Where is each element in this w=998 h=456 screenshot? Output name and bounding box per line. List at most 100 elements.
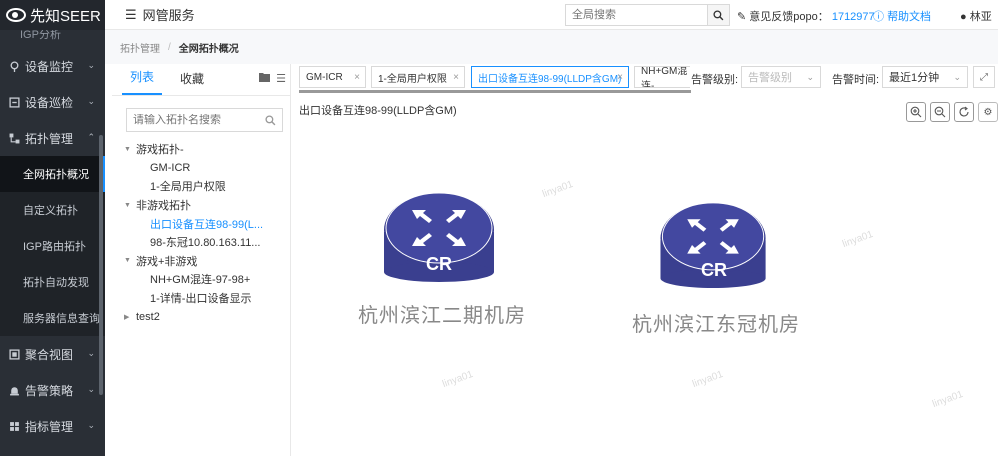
zoom-in-icon: [910, 106, 922, 118]
sidebar-item-label: 指标管理: [25, 419, 74, 434]
sidebar-item-aggregate-view[interactable]: 聚合视图 ⌄: [0, 336, 105, 372]
sidebar-subitem-custom-topology[interactable]: 自定义拓扑: [0, 192, 105, 228]
metrics-icon: [8, 420, 20, 432]
breadcrumb: 拓扑管理 / 全网拓扑概况: [105, 30, 998, 64]
tree-label: test2: [136, 310, 160, 323]
inspection-icon: [8, 96, 20, 108]
header-menu[interactable]: ☰ 网管服务: [125, 5, 195, 24]
topology-tab[interactable]: GM-ICR ×: [299, 66, 366, 88]
topology-tab-active[interactable]: 出口设备互连98-99(LLDP含GM) ×: [471, 66, 629, 88]
watermark: linya01: [441, 368, 475, 391]
caret-right-icon: ▶: [124, 313, 130, 321]
tab-label: GM-ICR: [306, 71, 343, 83]
user-name: 林亚: [969, 11, 992, 23]
sidebar: 先知SEER IGP分析 设备监控 ⌄ 设备巡检 ⌄ 拓扑管理 ⌃ 全网拓扑概况…: [0, 0, 105, 456]
alarm-level-select[interactable]: 告警级别 ⌄: [741, 66, 821, 88]
tabs-scrollbar[interactable]: [299, 90, 691, 93]
refresh-icon: [959, 106, 969, 117]
global-search-input[interactable]: [566, 5, 707, 25]
chevron-down-icon: ⌄: [87, 348, 95, 358]
tree-group-test2[interactable]: ▶ test2: [112, 307, 290, 326]
app-logo[interactable]: 先知SEER: [0, 0, 105, 30]
feedback-link[interactable]: ✎ 意见反馈popo： 1712977: [737, 8, 875, 24]
tree-item[interactable]: 1-详情-出口设备显示: [112, 289, 290, 308]
topology-main: GM-ICR × 1-全局用户权限 × 出口设备互连98-99(LLDP含GM)…: [292, 64, 998, 456]
tree-item[interactable]: NH+GM混连-97-98+: [112, 270, 290, 289]
topology-node[interactable]: CR 杭州滨江二期机房: [358, 192, 525, 327]
list-tools: ☰: [259, 72, 286, 85]
top-header: ☰ 网管服务 ✎ 意见反馈popo： 1712977 ⓘ 帮助文档 ● 林亚: [105, 0, 998, 30]
topology-toolbar: GM-ICR × 1-全局用户权限 × 出口设备互连98-99(LLDP含GM)…: [292, 64, 998, 94]
sidebar-item-topology-management[interactable]: 拓扑管理 ⌃: [0, 120, 105, 156]
breadcrumb-parent[interactable]: 拓扑管理: [120, 40, 160, 55]
node-name: 杭州滨江二期机房: [358, 305, 526, 327]
close-icon[interactable]: ×: [354, 72, 360, 83]
alarm-time-value: 最近1分钟: [889, 72, 940, 84]
topology-search-input[interactable]: [133, 114, 265, 126]
settings-button[interactable]: ⚙: [978, 102, 998, 122]
user-menu[interactable]: ● 林亚: [960, 8, 992, 24]
global-search: [565, 4, 730, 26]
logo-text: 先知SEER: [30, 7, 101, 25]
zoom-out-button[interactable]: [930, 102, 950, 122]
sidebar-subitem-topology-auto-discovery[interactable]: 拓扑自动发现: [0, 264, 105, 300]
fullscreen-button[interactable]: ⤢: [973, 66, 995, 88]
list-tabs: 列表 收藏 ☰: [112, 64, 290, 96]
sidebar-scrollbar[interactable]: [99, 135, 103, 395]
alarm-time-select[interactable]: 最近1分钟 ⌄: [882, 66, 968, 88]
sidebar-subitem-network-topology-overview[interactable]: 全网拓扑概况: [0, 156, 105, 192]
chevron-down-icon: ⌄: [953, 71, 961, 82]
sidebar-item-device-inspection[interactable]: 设备巡检 ⌄: [0, 84, 105, 120]
topology-tab[interactable]: NH+GM混连-: [634, 66, 690, 88]
feedback-label: 意见反馈popo：: [749, 11, 829, 23]
list-settings-icon[interactable]: ☰: [276, 72, 286, 85]
node-type-label: CR: [426, 254, 452, 274]
topology-node[interactable]: CR 杭州滨江东冠机房: [632, 202, 799, 336]
refresh-button[interactable]: [954, 102, 974, 122]
edit-icon: ✎: [737, 11, 747, 23]
search-icon[interactable]: [265, 114, 276, 126]
tree-group-non-game-topology[interactable]: ▼ 非游戏拓扑: [112, 196, 290, 215]
node-type-label: CR: [701, 260, 727, 280]
sidebar-subitem-server-info-query[interactable]: 服务器信息查询: [0, 300, 105, 336]
topology-tab[interactable]: 1-全局用户权限 ×: [371, 66, 465, 88]
search-icon: [713, 9, 724, 20]
caret-down-icon: ▼: [124, 201, 131, 209]
search-button[interactable]: [707, 5, 729, 25]
close-icon[interactable]: ×: [453, 72, 459, 83]
folder-add-icon[interactable]: [259, 72, 271, 85]
tree-item[interactable]: 98-东冠10.80.163.11...: [112, 233, 290, 252]
zoom-in-button[interactable]: [906, 102, 926, 122]
topology-search: [126, 108, 283, 132]
sidebar-item-metrics-management[interactable]: 指标管理 ⌄: [0, 408, 105, 444]
caret-down-icon: ▼: [124, 257, 131, 265]
close-icon[interactable]: ×: [617, 72, 623, 83]
watermark: linya01: [541, 178, 575, 201]
sidebar-item-alarm-policy[interactable]: 告警策略 ⌄: [0, 372, 105, 408]
location-icon: [8, 60, 20, 72]
tree-label: 游戏拓扑-: [136, 144, 184, 157]
header-menu-label: 网管服务: [142, 8, 195, 23]
tab-favorites[interactable]: 收藏: [172, 70, 212, 95]
sidebar-item-label: 聚合视图: [25, 347, 74, 362]
chevron-down-icon: ⌄: [87, 420, 95, 430]
tree-item-selected[interactable]: 出口设备互连98-99(L...: [112, 214, 290, 233]
tab-list[interactable]: 列表: [122, 68, 163, 95]
tab-label: 1-全局用户权限: [378, 73, 447, 85]
tab-label: NH+GM混连-: [641, 66, 688, 88]
breadcrumb-separator: /: [168, 41, 171, 53]
watermark: linya01: [931, 388, 965, 411]
tree-group-game-topology[interactable]: ▼ 游戏拓扑-: [112, 140, 290, 159]
alarm-time-label: 告警时间:: [832, 74, 880, 86]
chevron-down-icon: ⌄: [806, 71, 814, 82]
tree-item[interactable]: 1-全局用户权限: [112, 177, 290, 196]
sidebar-item-label: 设备监控: [25, 59, 74, 74]
sidebar-item-device-monitor[interactable]: 设备监控 ⌄: [0, 48, 105, 84]
help-link[interactable]: ⓘ 帮助文档: [873, 8, 931, 24]
tree-group-game-plus-non-game[interactable]: ▼ 游戏+非游戏: [112, 252, 290, 271]
topology-tree: ▼ 游戏拓扑- GM-ICR 1-全局用户权限 ▼ 非游戏拓扑 出口设备互连98-9…: [112, 140, 290, 326]
tree-item[interactable]: GM-ICR: [112, 159, 290, 178]
sidebar-subitem-igp-route-topology[interactable]: IGP路由拓扑: [0, 228, 105, 264]
watermark: linya01: [841, 228, 875, 251]
sidebar-item-igp-analysis[interactable]: IGP分析: [0, 30, 105, 48]
